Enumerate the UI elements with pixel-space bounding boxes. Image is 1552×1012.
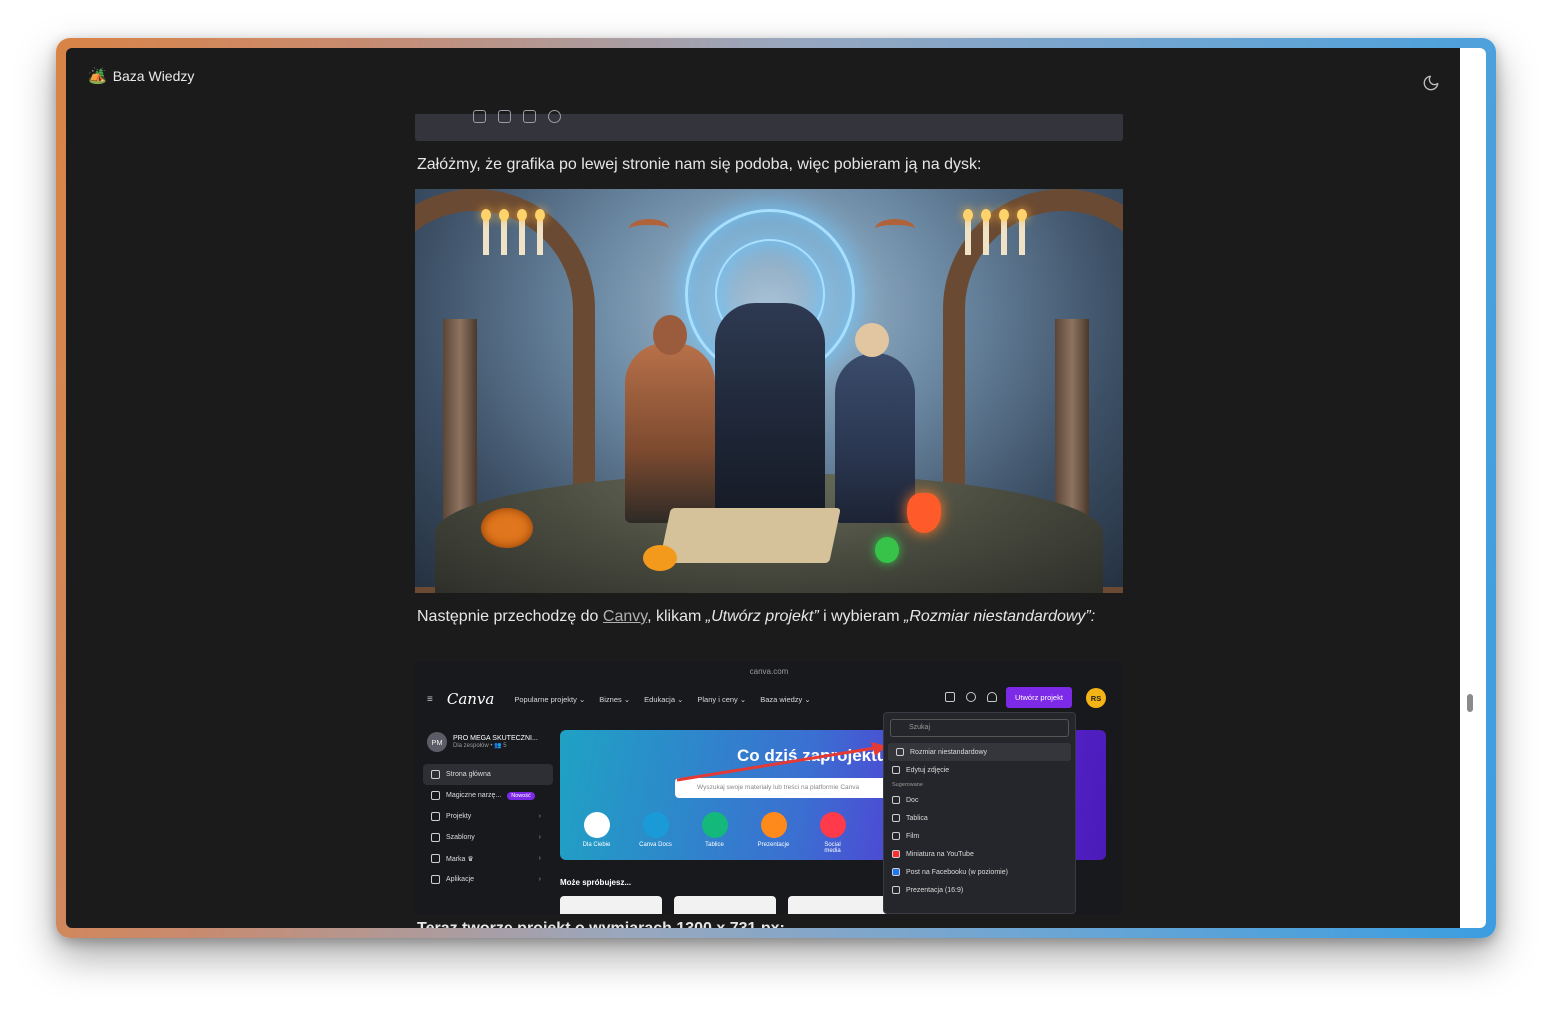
red-arrow (676, 742, 887, 782)
gear-icon (966, 692, 976, 702)
video-icon (892, 832, 900, 840)
folder-icon (431, 812, 440, 821)
dropdown-item: Miniatura na YouTube (884, 845, 1075, 863)
canva-sidebar-item: Strona główna (423, 764, 553, 785)
canva-category: Dla Ciebie (580, 812, 613, 854)
canva-try-label: Może spróbujesz... (560, 878, 632, 887)
home-icon (431, 770, 440, 779)
canva-category: Canva Docs (639, 812, 672, 854)
clipboard-icon[interactable] (498, 110, 511, 123)
pin-icon[interactable] (523, 110, 536, 123)
code-toolbar (473, 110, 561, 123)
youtube-icon (892, 850, 900, 858)
canva-nav-item: Popularne projekty ⌄ (514, 694, 586, 704)
canva-avatar: RS (1086, 688, 1106, 708)
doc-icon (892, 796, 900, 804)
knight-figure (715, 303, 825, 523)
canva-category: Social media (816, 812, 849, 854)
bell-icon (987, 692, 997, 702)
right-candles (963, 209, 1027, 255)
brand-link[interactable]: 🏕️ Baza Wiedzy (88, 67, 194, 85)
paragraph-download: Załóżmy, że grafika po lewej stronie nam… (417, 156, 982, 173)
canva-url: canva.com (749, 666, 789, 676)
canva-sidebar-item: Aplikacje › (423, 869, 553, 890)
pumpkin (481, 508, 533, 548)
moon-icon[interactable] (1422, 74, 1440, 92)
canva-team: PM PRO MEGA SKUTECZNI... Dla zespołów • … (427, 732, 549, 752)
open-book (659, 508, 841, 563)
dropdown-item: Doc (884, 791, 1075, 809)
refresh-icon[interactable] (548, 110, 561, 123)
left-bird (629, 219, 669, 239)
presentation-icon (892, 886, 900, 894)
browser-window: 🏕️ Baza Wiedzy Załóżmy, że grafika po le… (66, 48, 1486, 928)
left-candles (481, 209, 545, 255)
canva-screenshot: canva.com ≡ Canva Popularne projekty ⌄ B… (415, 662, 1123, 914)
copy-icon[interactable] (473, 110, 486, 123)
canva-link[interactable]: Canvy (603, 608, 647, 625)
dropdown-search: Szukaj (890, 719, 1069, 737)
scrollbar-track[interactable] (1460, 48, 1486, 928)
dropdown-item: Tablica (884, 809, 1075, 827)
facebook-icon (892, 868, 900, 876)
canva-create-button: Utwórz projekt (1006, 687, 1072, 708)
team-avatar: PM (427, 732, 447, 752)
canva-sidebar-item: Szablony › (423, 827, 553, 848)
wizard-head (855, 323, 889, 357)
brand-icon (431, 854, 440, 863)
right-bird (875, 219, 915, 239)
code-block (415, 110, 1123, 141)
monitor-icon (945, 692, 955, 702)
new-badge: Nowość (507, 791, 535, 800)
canva-nav-item: Baza wiedzy ⌄ (760, 694, 811, 704)
sparkle-icon (431, 791, 440, 800)
scrollbar-thumb[interactable] (1467, 694, 1473, 712)
template-icon (431, 833, 440, 842)
canva-nav-item: Edukacja ⌄ (644, 694, 684, 704)
red-flask (907, 493, 941, 533)
dropdown-section: Sugerowane (892, 782, 923, 788)
canva-categories: Dla Ciebie Canva Docs Tablice Prezentacj… (580, 812, 849, 854)
orange (643, 545, 677, 571)
canva-category: Tablice (698, 812, 731, 854)
warrior-figure (625, 343, 715, 523)
resize-icon (896, 748, 904, 756)
dropdown-item: Prezentacja (16:9) (884, 881, 1075, 899)
window-frame: 🏕️ Baza Wiedzy Załóżmy, że grafika po le… (56, 38, 1496, 938)
team-sub: Dla zespołów • 👥 5 (453, 743, 507, 749)
warrior-head (653, 315, 687, 355)
canva-logo: Canva (446, 690, 495, 708)
canva-nav-item: Plany i ceny ⌄ (697, 694, 747, 704)
canva-sidebar-item: Magiczne narzę... Nowość (423, 785, 553, 806)
canva-address-bar: canva.com (415, 662, 1123, 680)
canva-nav-item: Biznes ⌄ (599, 694, 631, 704)
top-bar: 🏕️ Baza Wiedzy (66, 48, 1486, 104)
image-icon (892, 766, 900, 774)
wizard-figure (835, 353, 915, 523)
paragraph-next-partial: Teraz tworzę projekt o wymiarach 1300 x … (417, 920, 785, 928)
fantasy-image (415, 189, 1123, 593)
dropdown-item: Film (884, 827, 1075, 845)
canva-dropdown: Szukaj Rozmiar niestandardowy Edytuj zdj… (883, 712, 1076, 914)
canva-cards (560, 896, 890, 914)
canva-toolbar-icons (945, 692, 997, 702)
canva-sidebar-item: Projekty › (423, 806, 553, 827)
apps-icon (431, 875, 440, 884)
whiteboard-icon (892, 814, 900, 822)
campfire-icon: 🏕️ (88, 68, 107, 85)
brand-title: Baza Wiedzy (112, 68, 195, 84)
dropdown-item: Edytuj zdjęcie (884, 761, 1075, 779)
green-flask (875, 537, 899, 563)
dropdown-item-custom-size: Rozmiar niestandardowy (888, 743, 1071, 761)
canva-sidebar: PM PRO MEGA SKUTECZNI... Dla zespołów • … (423, 728, 553, 890)
team-name: PRO MEGA SKUTECZNI... (453, 735, 538, 742)
dropdown-item: Post na Facebooku (w poziomie) (884, 863, 1075, 881)
canva-category: Prezentacje (757, 812, 790, 854)
hamburger-icon: ≡ (427, 693, 433, 705)
paragraph-canva: Następnie przechodzę do Canvy, klikam „U… (417, 608, 1096, 625)
canva-sidebar-item: Marka ♛ › (423, 848, 553, 869)
